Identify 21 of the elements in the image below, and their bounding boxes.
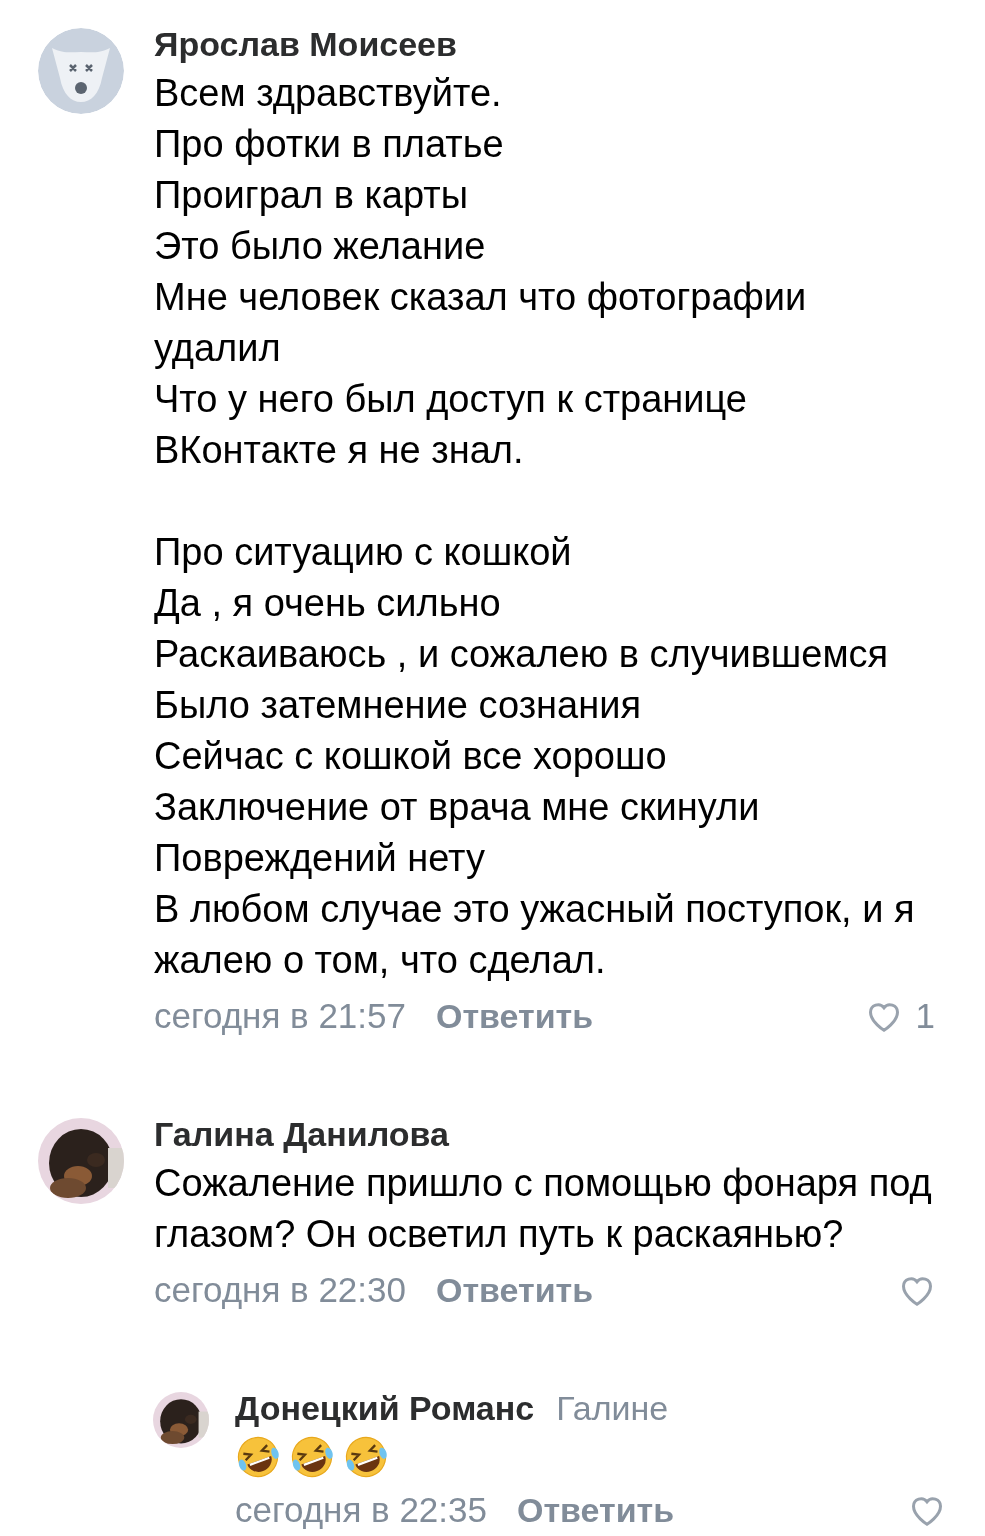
reply-link[interactable]: Ответить [436, 1270, 594, 1310]
reply-link[interactable]: Ответить [517, 1490, 675, 1530]
like-button[interactable] [899, 1274, 935, 1306]
like-button[interactable]: 1 [865, 996, 935, 1036]
author-name[interactable]: Галина Данилова [154, 1112, 449, 1156]
laughing-emoji-icon [289, 1434, 335, 1480]
reply-link[interactable]: Ответить [436, 996, 594, 1036]
like-button[interactable] [909, 1494, 945, 1526]
author-name[interactable]: Ярослав Моисеев [154, 22, 457, 66]
author-name[interactable]: Донецкий Романс [235, 1386, 535, 1430]
heart-icon [899, 1274, 935, 1306]
heart-icon [909, 1494, 945, 1526]
laughing-emoji-icon [343, 1434, 389, 1480]
comment-time: сегодня в 22:35 [235, 1490, 487, 1530]
like-count: 1 [915, 996, 935, 1036]
comment-text: Сожаление пришло с помощью фонаря под глазом? Он осветил путь к раскаянью? [154, 1161, 933, 1257]
comment-text: Всем здравствуйте. Про фотки в платье Проиграл в карты Это было желание Мне человек сказал что фотографии удалил Что у него был доступ к странице ВКонтакте я не знал. Про ситуацию с кошкой Да , я очень сильно Раскаиваюсь , и сожалею в случившемся Было затемнение сознания Сейчас с кошкой все хорошо Заключение от врача мне скинули Повреждений нету В любом случае это ужасный поступок, и я жалею о том, что сделал. [154, 71, 916, 983]
reply-addressee[interactable]: Галине [556, 1386, 669, 1430]
comment-time: сегодня в 21:57 [154, 996, 406, 1036]
comment-time: сегодня в 22:30 [154, 1270, 406, 1310]
laughing-emoji-icon [235, 1434, 281, 1480]
